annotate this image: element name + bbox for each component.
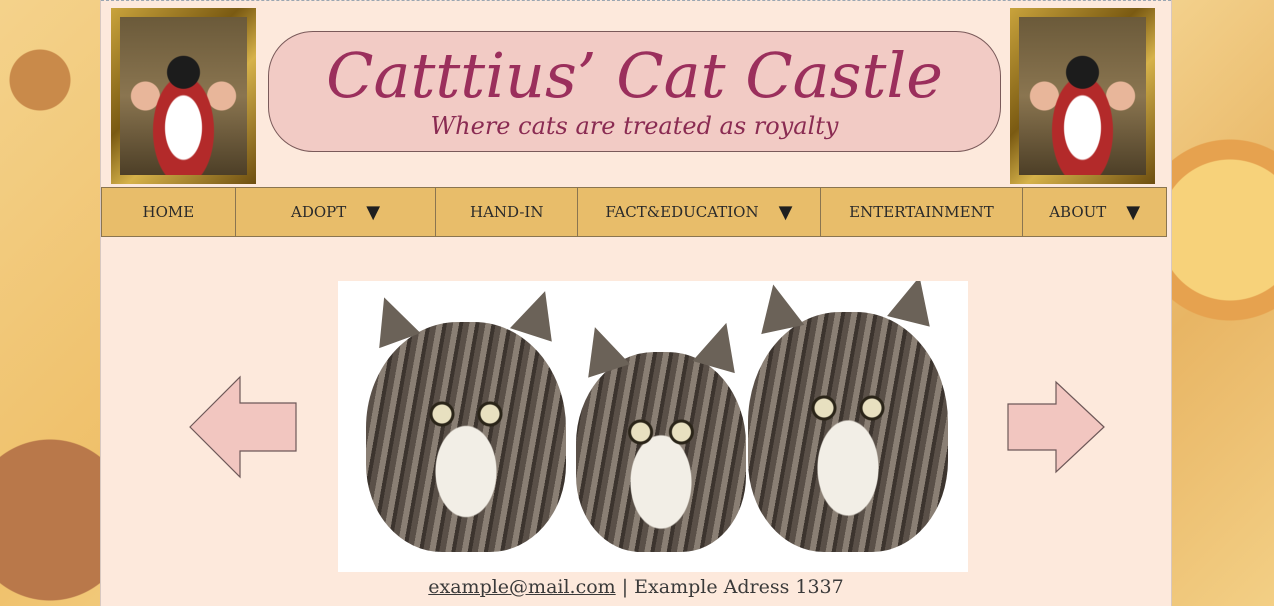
nav-item-label: HAND-IN: [470, 203, 544, 221]
portrait-image: [1019, 17, 1146, 175]
nav-item-label: ADOPT: [291, 203, 347, 221]
portrait-image: [120, 17, 247, 175]
nav-item-label: ENTERTAINMENT: [849, 203, 994, 221]
nav-item-about[interactable]: ABOUT ▼: [1023, 188, 1166, 236]
caret-down-icon: ▼: [366, 201, 381, 223]
nav-item-hand-in[interactable]: HAND-IN: [436, 188, 579, 236]
kitten-middle: [573, 316, 748, 552]
email-link[interactable]: example@mail.com: [428, 576, 615, 598]
caret-down-icon: ▼: [778, 201, 793, 223]
kittens-slideshow-image: [338, 281, 968, 572]
kitten-left: [363, 284, 567, 552]
nav-item-fact-education[interactable]: FACT&EDUCATION ▼: [578, 188, 821, 236]
page-container: Catttius’ Cat Castle Where cats are trea…: [100, 0, 1172, 606]
royal-cat-portrait-right: [1010, 8, 1155, 184]
main-navigation: HOME ADOPT ▼ HAND-IN FACT&EDUCATION ▼ EN…: [101, 187, 1167, 237]
footer-address: Example Adress 1337: [634, 576, 844, 598]
right-arrow-icon[interactable]: [1006, 380, 1106, 474]
nav-item-adopt[interactable]: ADOPT ▼: [236, 188, 437, 236]
left-arrow-icon[interactable]: [188, 375, 298, 479]
nav-item-home[interactable]: HOME: [102, 188, 236, 236]
kitten-right: [748, 281, 948, 552]
caret-down-icon: ▼: [1126, 201, 1141, 223]
site-footer: example@mail.com | Example Adress 1337: [101, 576, 1171, 598]
site-tagline: Where cats are treated as royalty: [430, 112, 839, 140]
nav-item-label: ABOUT: [1049, 203, 1107, 221]
nav-item-label: HOME: [142, 203, 195, 221]
site-header: Catttius’ Cat Castle Where cats are trea…: [268, 31, 1001, 152]
site-title: Catttius’ Cat Castle: [326, 39, 943, 112]
nav-item-entertainment[interactable]: ENTERTAINMENT: [821, 188, 1024, 236]
top-divider: [101, 0, 1171, 1]
footer-separator: |: [615, 576, 635, 598]
nav-item-label: FACT&EDUCATION: [605, 203, 759, 221]
royal-cat-portrait-left: [111, 8, 256, 184]
